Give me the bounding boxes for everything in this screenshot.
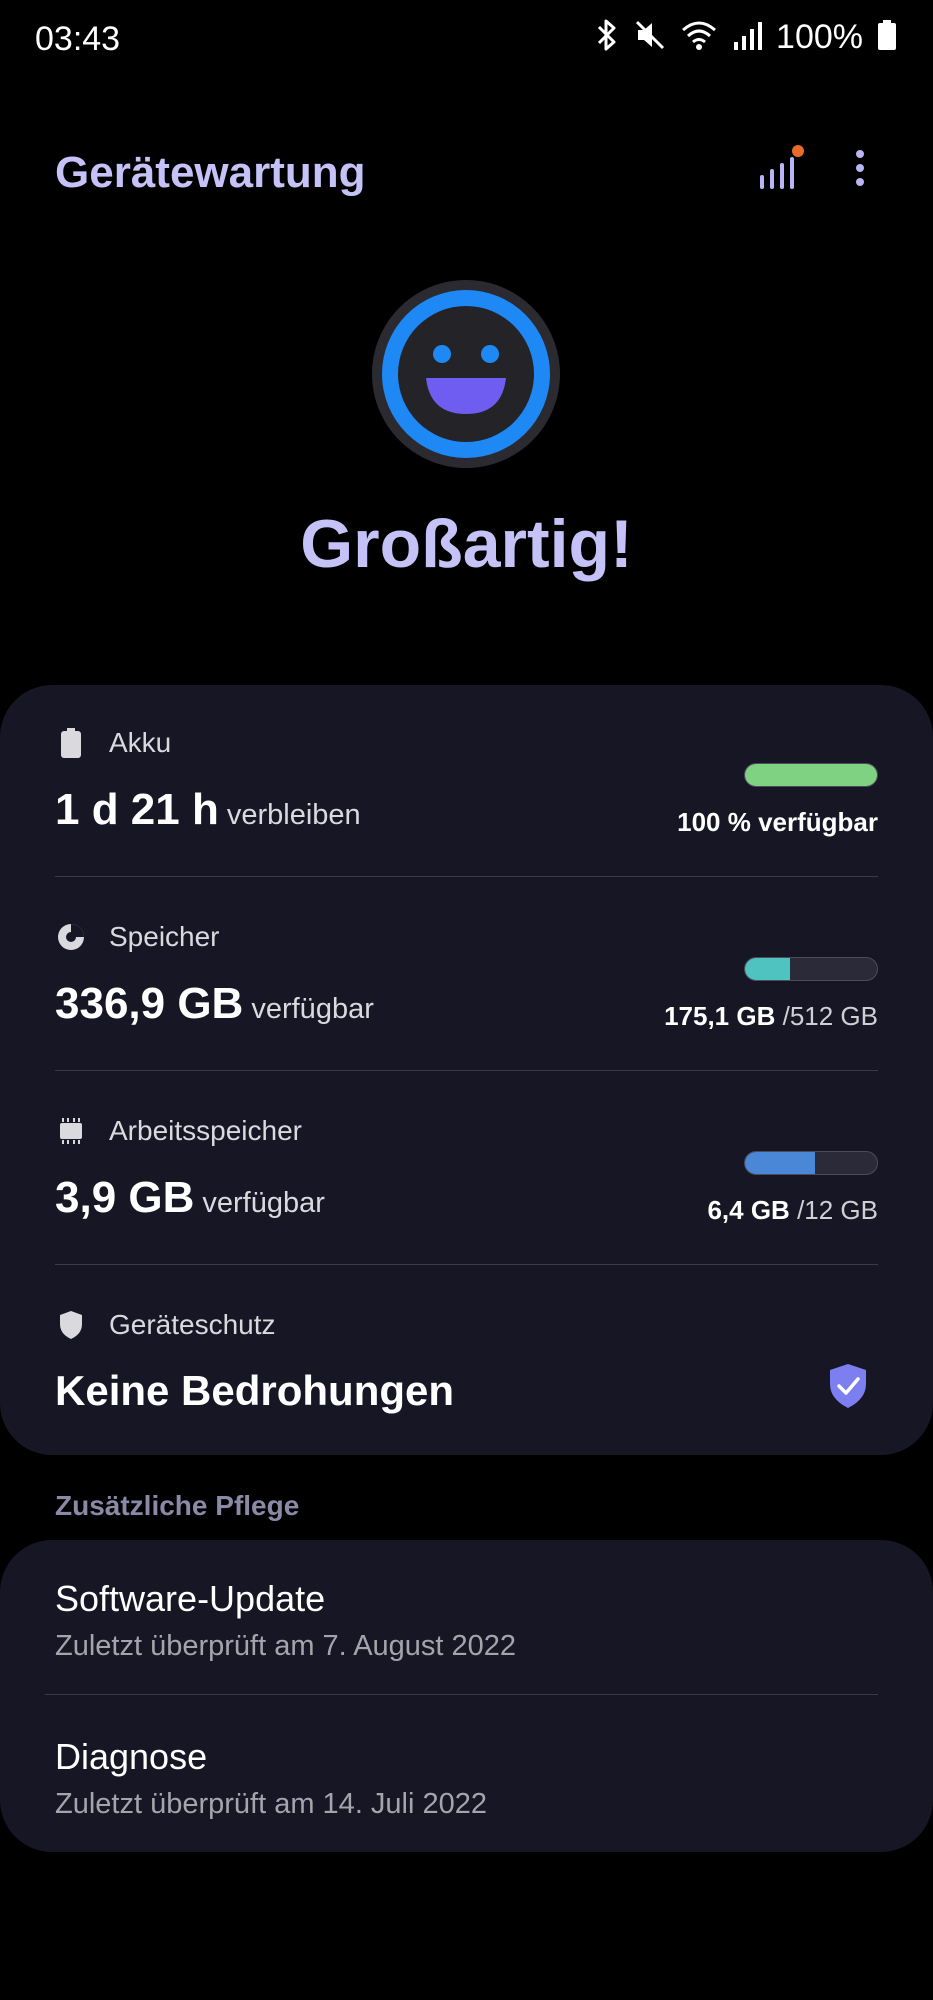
list-item-subtitle: Zuletzt überprüft am 14. Juli 2022 bbox=[55, 1788, 488, 1820]
battery-row[interactable]: Akku 1 d 21 h verbleiben 100 % verfügbar bbox=[55, 725, 878, 845]
security-status: Keine Bedrohungen bbox=[55, 1367, 455, 1414]
more-options-button[interactable] bbox=[830, 140, 890, 200]
divider bbox=[55, 1070, 878, 1071]
mute-icon bbox=[634, 18, 666, 57]
device-care-screen: 03:43 100% Gerätewartung Großartig! Akku… bbox=[0, 0, 933, 2000]
stats-icon bbox=[756, 143, 804, 198]
memory-used: 6,4 GB bbox=[707, 1195, 790, 1225]
battery-level-bar bbox=[744, 763, 878, 787]
device-summary-card: Akku 1 d 21 h verbleiben 100 % verfügbar … bbox=[0, 685, 933, 1455]
diagnostics-item[interactable]: Diagnose Zuletzt überprüft am 14. Juli 2… bbox=[55, 1736, 878, 1821]
battery-value: 1 d 21 h verbleiben bbox=[55, 785, 361, 835]
device-status-text: Großartig! bbox=[300, 506, 633, 582]
memory-chip-icon bbox=[55, 1115, 87, 1147]
storage-level-bar bbox=[744, 957, 878, 981]
list-item-title: Software-Update bbox=[55, 1578, 326, 1619]
security-label: Geräteschutz bbox=[109, 1309, 276, 1340]
storage-available: 336,9 GB bbox=[55, 979, 244, 1028]
bluetooth-icon bbox=[594, 18, 620, 57]
security-value: Keine Bedrohungen bbox=[55, 1367, 454, 1415]
extra-care-card: Software-Update Zuletzt überprüft am 7. … bbox=[0, 1540, 933, 1852]
shield-check-icon bbox=[828, 1363, 868, 1414]
storage-unit-text: verfügbar bbox=[251, 993, 374, 1025]
battery-available: 100 % verfügbar bbox=[677, 807, 878, 837]
list-item-subtitle: Zuletzt überprüft am 7. August 2022 bbox=[55, 1630, 517, 1662]
list-item-title: Diagnose bbox=[55, 1736, 208, 1777]
memory-level-bar bbox=[744, 1151, 878, 1175]
storage-row[interactable]: Speicher 336,9 GB verfügbar 175,1 GB /512… bbox=[55, 919, 878, 1039]
section-title-extra-care: Zusätzliche Pflege bbox=[55, 1490, 300, 1521]
divider bbox=[55, 1264, 878, 1265]
battery-percent: 100% bbox=[776, 18, 863, 56]
divider bbox=[45, 1694, 878, 1695]
status-icons: 100% bbox=[594, 18, 897, 57]
memory-caption: 6,4 GB /12 GB bbox=[707, 1195, 878, 1226]
divider bbox=[55, 876, 878, 877]
memory-total: /12 GB bbox=[797, 1195, 878, 1225]
battery-unit-text: verbleiben bbox=[226, 799, 361, 831]
more-options-icon bbox=[854, 148, 866, 193]
memory-row[interactable]: Arbeitsspeicher 3,9 GB verfügbar 6,4 GB /… bbox=[55, 1113, 878, 1233]
status-bar: 03:43 100% bbox=[0, 0, 933, 80]
storage-value: 336,9 GB verfügbar bbox=[55, 979, 374, 1029]
stats-button[interactable] bbox=[750, 140, 810, 200]
storage-used: 175,1 GB bbox=[664, 1001, 776, 1031]
storage-level-fill bbox=[745, 958, 791, 980]
memory-value: 3,9 GB verfügbar bbox=[55, 1173, 325, 1223]
memory-level-fill bbox=[745, 1152, 816, 1174]
shield-icon bbox=[55, 1309, 87, 1341]
wifi-icon bbox=[680, 18, 718, 57]
cell-signal-icon bbox=[732, 18, 763, 57]
page-title: Gerätewartung bbox=[55, 148, 366, 197]
battery-caption: 100 % verfügbar bbox=[677, 807, 878, 838]
memory-label: Arbeitsspeicher bbox=[109, 1115, 302, 1146]
smiley-face-icon bbox=[370, 278, 562, 470]
battery-icon bbox=[55, 727, 87, 759]
software-update-item[interactable]: Software-Update Zuletzt überprüft am 7. … bbox=[55, 1578, 878, 1663]
security-row[interactable]: Geräteschutz Keine Bedrohungen bbox=[55, 1307, 878, 1427]
storage-total: /512 GB bbox=[782, 1001, 878, 1031]
pie-chart-icon bbox=[55, 921, 87, 953]
storage-label: Speicher bbox=[109, 921, 220, 952]
status-time: 03:43 bbox=[35, 20, 121, 58]
storage-caption: 175,1 GB /512 GB bbox=[664, 1001, 878, 1032]
battery-icon bbox=[877, 18, 897, 57]
battery-level-fill bbox=[745, 764, 877, 786]
battery-remaining: 1 d 21 h bbox=[55, 785, 219, 834]
memory-unit-text: verfügbar bbox=[202, 1187, 325, 1219]
battery-label: Akku bbox=[109, 727, 172, 758]
memory-available: 3,9 GB bbox=[55, 1173, 195, 1222]
